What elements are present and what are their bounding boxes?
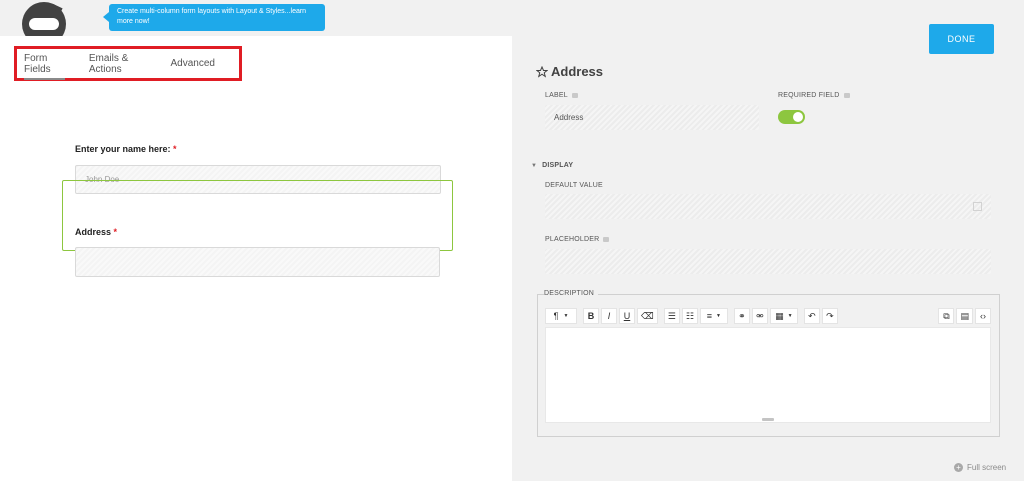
address-input[interactable] <box>75 247 440 277</box>
panel-title: Address <box>536 64 603 79</box>
name-field-label: Enter your name here: * <box>75 144 177 154</box>
numbered-list-icon[interactable]: ☰ <box>663 308 680 324</box>
required-asterisk: * <box>113 227 118 237</box>
toggle-knob <box>793 112 803 122</box>
paragraph-format-dropdown[interactable]: ¶ ▼ <box>545 308 577 324</box>
required-toggle[interactable] <box>778 110 805 124</box>
merge-tags-icon[interactable]: ⧉ <box>938 308 955 324</box>
plus-circle-icon: + <box>954 463 963 472</box>
resize-grip-icon[interactable] <box>762 418 774 421</box>
help-bubble-icon[interactable] <box>843 93 850 98</box>
promo-tooltip[interactable]: Create multi-column form layouts with La… <box>103 4 325 31</box>
underline-button[interactable]: U <box>619 308 635 324</box>
help-bubble-icon[interactable] <box>571 93 578 98</box>
builder-tabs: Form Fields Emails & Actions Advanced <box>14 46 242 81</box>
help-bubble-icon[interactable] <box>603 237 610 242</box>
eraser-icon[interactable]: ⌫ <box>637 308 658 324</box>
address-field-label: Address * <box>75 227 118 237</box>
redo-icon[interactable]: ↷ <box>821 308 838 324</box>
caret-down-icon: ▼ <box>531 162 538 169</box>
description-heading: DESCRIPTION <box>544 290 599 297</box>
placeholder-heading: PLACEHOLDER <box>545 236 610 243</box>
done-button[interactable]: DONE <box>929 24 994 54</box>
label-input[interactable]: Address <box>545 105 759 130</box>
ninja-logo <box>22 2 66 36</box>
top-bar: Create multi-column form layouts with La… <box>0 0 1024 36</box>
unlink-icon[interactable]: ⚮ <box>751 308 768 324</box>
default-value-input[interactable] <box>545 194 991 219</box>
tab-advanced[interactable]: Advanced <box>171 58 215 69</box>
table-dropdown-icon[interactable]: ▦ ▼ <box>769 308 798 324</box>
description-editor[interactable] <box>545 327 991 423</box>
bullet-list-icon[interactable]: ☷ <box>681 308 698 324</box>
align-dropdown-icon[interactable]: ≡ ▼ <box>699 308 728 324</box>
tab-emails-actions[interactable]: Emails & Actions <box>89 53 147 75</box>
link-icon[interactable]: ⚭ <box>733 308 750 324</box>
editor-toolbar: ¶ ▼ B I U ⌫ ☰ ☷ ≡ ▼ ⚭ ⚮ ▦ ▼ ↶ ↷ ⧉ ▤ ‹› <box>545 306 991 326</box>
required-field-heading: REQUIRED FIELD <box>778 92 850 99</box>
star-icon[interactable] <box>536 65 548 78</box>
undo-icon[interactable]: ↶ <box>803 308 820 324</box>
default-value-heading: DEFAULT VALUE <box>545 182 603 189</box>
code-view-icon[interactable]: ‹› <box>975 308 991 324</box>
tab-form-fields[interactable]: Form Fields <box>24 53 65 80</box>
required-asterisk: * <box>173 144 177 154</box>
bold-button[interactable]: B <box>583 308 599 324</box>
placeholder-input[interactable] <box>545 249 991 274</box>
display-section-header[interactable]: ▼ DISPLAY <box>531 162 573 169</box>
italic-button[interactable]: I <box>601 308 617 324</box>
address-field-selected[interactable] <box>62 180 453 251</box>
merge-tags-icon[interactable] <box>973 202 982 211</box>
media-icon[interactable]: ▤ <box>956 308 973 324</box>
full-screen-link[interactable]: + Full screen <box>954 463 1006 472</box>
label-heading: LABEL <box>545 92 578 99</box>
